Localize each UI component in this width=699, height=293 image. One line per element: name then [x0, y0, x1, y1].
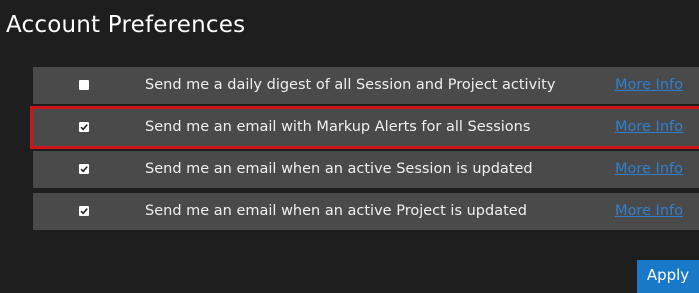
preference-row-session-updated: Send me an email when an active Session …: [33, 151, 699, 188]
more-info-link[interactable]: More Info: [615, 119, 683, 135]
markup-alerts-checkbox[interactable]: [79, 122, 89, 132]
preference-label: Send me an email with Markup Alerts for …: [145, 119, 531, 135]
preference-row-daily-digest: Send me a daily digest of all Session an…: [33, 67, 699, 104]
account-preferences-panel: Account Preferences Send me a daily dige…: [0, 0, 699, 293]
preference-label: Send me an email when an active Session …: [145, 161, 533, 177]
preference-row-project-updated: Send me an email when an active Project …: [33, 193, 699, 230]
preference-label: Send me a daily digest of all Session an…: [145, 77, 556, 93]
checkmark-icon: [80, 124, 88, 131]
more-info-link[interactable]: More Info: [615, 161, 683, 177]
preference-label: Send me an email when an active Project …: [145, 203, 527, 219]
project-updated-checkbox[interactable]: [79, 206, 89, 216]
page-title: Account Preferences: [6, 12, 246, 38]
preference-row-markup-alerts: Send me an email with Markup Alerts for …: [30, 106, 699, 149]
preferences-list: Send me a daily digest of all Session an…: [30, 67, 699, 235]
more-info-link[interactable]: More Info: [615, 203, 683, 219]
checkmark-icon: [80, 208, 88, 215]
daily-digest-checkbox[interactable]: [79, 80, 89, 90]
more-info-link[interactable]: More Info: [615, 77, 683, 93]
apply-button[interactable]: Apply: [637, 260, 699, 293]
session-updated-checkbox[interactable]: [79, 164, 89, 174]
checkmark-icon: [80, 166, 88, 173]
